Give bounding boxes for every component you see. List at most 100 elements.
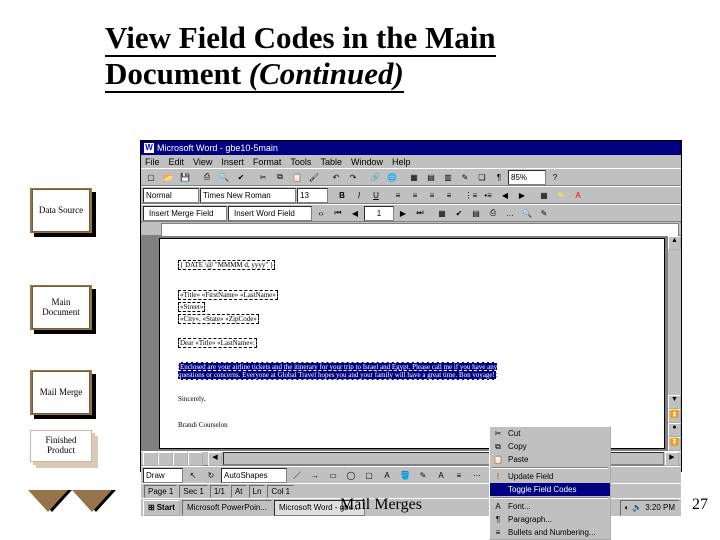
oval-icon[interactable]: ◯: [343, 468, 359, 483]
bold-icon[interactable]: B: [334, 188, 350, 203]
nav-arrow-1[interactable]: [28, 490, 68, 512]
numbering-icon[interactable]: ⋮≡: [463, 188, 479, 203]
menu-window[interactable]: Window: [351, 157, 383, 167]
rotate-icon[interactable]: ↻: [203, 468, 219, 483]
indent-icon[interactable]: ▶: [514, 188, 530, 203]
context-font[interactable]: AFont...: [490, 500, 610, 513]
context-toggle-field-codes[interactable]: Toggle Field Codes: [490, 483, 610, 496]
select-objects-icon[interactable]: ↖: [185, 468, 201, 483]
textbox-icon[interactable]: ▢: [361, 468, 377, 483]
tray-icon-1[interactable]: ◐: [624, 503, 629, 512]
open-icon[interactable]: 📂: [160, 170, 176, 185]
mm-helper-icon[interactable]: ▦: [434, 206, 450, 221]
spell-icon[interactable]: ✔: [233, 170, 249, 185]
start-button[interactable]: ⊞Start: [143, 500, 180, 516]
online-view-icon[interactable]: [158, 452, 173, 466]
browse-object-icon[interactable]: ●: [668, 423, 681, 437]
tray-icon-2[interactable]: 🔊: [632, 503, 642, 512]
cut-icon[interactable]: ✂: [255, 170, 271, 185]
merge-dialog-icon[interactable]: …: [502, 206, 518, 221]
outdent-icon[interactable]: ◀: [497, 188, 513, 203]
align-center-icon[interactable]: ≡: [407, 188, 423, 203]
font-combo[interactable]: Times New Roman: [200, 188, 296, 203]
outline-view-icon[interactable]: [188, 452, 203, 466]
columns-icon[interactable]: ▥: [440, 170, 456, 185]
menu-tools[interactable]: Tools: [290, 157, 311, 167]
draw-menu[interactable]: Draw: [143, 468, 183, 483]
nav-arrow-2[interactable]: [72, 490, 112, 512]
justify-icon[interactable]: ≡: [441, 188, 457, 203]
line-color-icon[interactable]: ✎: [415, 468, 431, 483]
check-errors-icon[interactable]: ✔: [451, 206, 467, 221]
next-page-icon[interactable]: ⏬: [668, 437, 681, 451]
vertical-scrollbar[interactable]: ▲ ▼ ⏫ ● ⏬: [667, 236, 681, 451]
zoom-combo[interactable]: 85%: [508, 170, 546, 185]
insert-merge-field-button[interactable]: Insert Merge Field: [143, 206, 227, 221]
taskbar-powerpoint[interactable]: Microsoft PowerPoin...: [182, 500, 272, 516]
excel-icon[interactable]: ▤: [423, 170, 439, 185]
context-paste[interactable]: 📋Paste: [490, 453, 610, 466]
normal-view-icon[interactable]: [143, 452, 158, 466]
menu-view[interactable]: View: [193, 157, 212, 167]
context-paragraph[interactable]: ¶Paragraph...: [490, 513, 610, 526]
view-merged-icon[interactable]: ‹›: [313, 206, 329, 221]
bullets-icon[interactable]: •≡: [480, 188, 496, 203]
context-update-field[interactable]: !Update Field: [490, 470, 610, 483]
find-record-icon[interactable]: 🔍: [519, 206, 535, 221]
wordart-icon[interactable]: A: [379, 468, 395, 483]
italic-icon[interactable]: I: [351, 188, 367, 203]
preview-icon[interactable]: 🔍: [216, 170, 232, 185]
new-icon[interactable]: ▢: [143, 170, 159, 185]
menu-format[interactable]: Format: [253, 157, 282, 167]
format-painter-icon[interactable]: 🖌: [306, 170, 322, 185]
edit-datasource-icon[interactable]: ✎: [536, 206, 552, 221]
menu-help[interactable]: Help: [392, 157, 411, 167]
scroll-down-icon[interactable]: ▼: [668, 395, 681, 409]
first-record-icon[interactable]: ⏮: [330, 206, 346, 221]
font-color-icon-2[interactable]: A: [433, 468, 449, 483]
mail-merge-button[interactable]: Mail Merge: [30, 370, 92, 415]
borders-icon[interactable]: ▦: [536, 188, 552, 203]
align-right-icon[interactable]: ≡: [424, 188, 440, 203]
docmap-icon[interactable]: ❏: [474, 170, 490, 185]
context-copy[interactable]: ⧉Copy: [490, 440, 610, 453]
line-icon[interactable]: ／: [289, 468, 305, 483]
menu-edit[interactable]: Edit: [169, 157, 185, 167]
style-combo[interactable]: Normal: [143, 188, 199, 203]
copy-icon[interactable]: ⧉: [272, 170, 288, 185]
help-icon[interactable]: ?: [547, 170, 563, 185]
redo-icon[interactable]: ↷: [345, 170, 361, 185]
drawing-icon[interactable]: ✎: [457, 170, 473, 185]
scroll-up-icon[interactable]: ▲: [668, 236, 681, 250]
scroll-right-icon[interactable]: ▶: [665, 452, 679, 466]
next-record-icon[interactable]: ▶: [395, 206, 411, 221]
context-cut[interactable]: ✂Cut: [490, 427, 610, 440]
scroll-left-icon[interactable]: ◀: [208, 452, 222, 466]
size-combo[interactable]: 13: [297, 188, 328, 203]
show-hide-icon[interactable]: ¶: [491, 170, 507, 185]
context-bullets[interactable]: ≡Bullets and Numbering...: [490, 526, 610, 539]
finished-product-button[interactable]: Finished Product: [30, 430, 92, 462]
arrow-icon[interactable]: →: [307, 468, 323, 483]
paste-icon[interactable]: 📋: [289, 170, 305, 185]
highlight-icon[interactable]: ✎: [553, 188, 569, 203]
rectangle-icon[interactable]: ▭: [325, 468, 341, 483]
font-color-icon[interactable]: A: [570, 188, 586, 203]
record-number[interactable]: 1: [364, 206, 394, 221]
undo-icon[interactable]: ↶: [328, 170, 344, 185]
menu-insert[interactable]: Insert: [221, 157, 244, 167]
underline-icon[interactable]: U: [368, 188, 384, 203]
menu-file[interactable]: File: [145, 157, 160, 167]
autoshapes-menu[interactable]: AutoShapes: [221, 468, 287, 483]
line-style-icon[interactable]: ≡: [451, 468, 467, 483]
prev-record-icon[interactable]: ◀: [347, 206, 363, 221]
prev-page-icon[interactable]: ⏫: [668, 409, 681, 423]
page-view-icon[interactable]: [173, 452, 188, 466]
hyperlink-icon[interactable]: 🔗: [367, 170, 383, 185]
document-page[interactable]: { DATE \@ "MMMM d, yyyy" } «Title» «Firs…: [159, 238, 665, 449]
last-record-icon[interactable]: ⏭: [412, 206, 428, 221]
merge-print-icon[interactable]: ⎙: [485, 206, 501, 221]
fill-color-icon[interactable]: 🪣: [397, 468, 413, 483]
data-source-button[interactable]: Data Source: [30, 188, 92, 233]
save-icon[interactable]: 💾: [177, 170, 193, 185]
